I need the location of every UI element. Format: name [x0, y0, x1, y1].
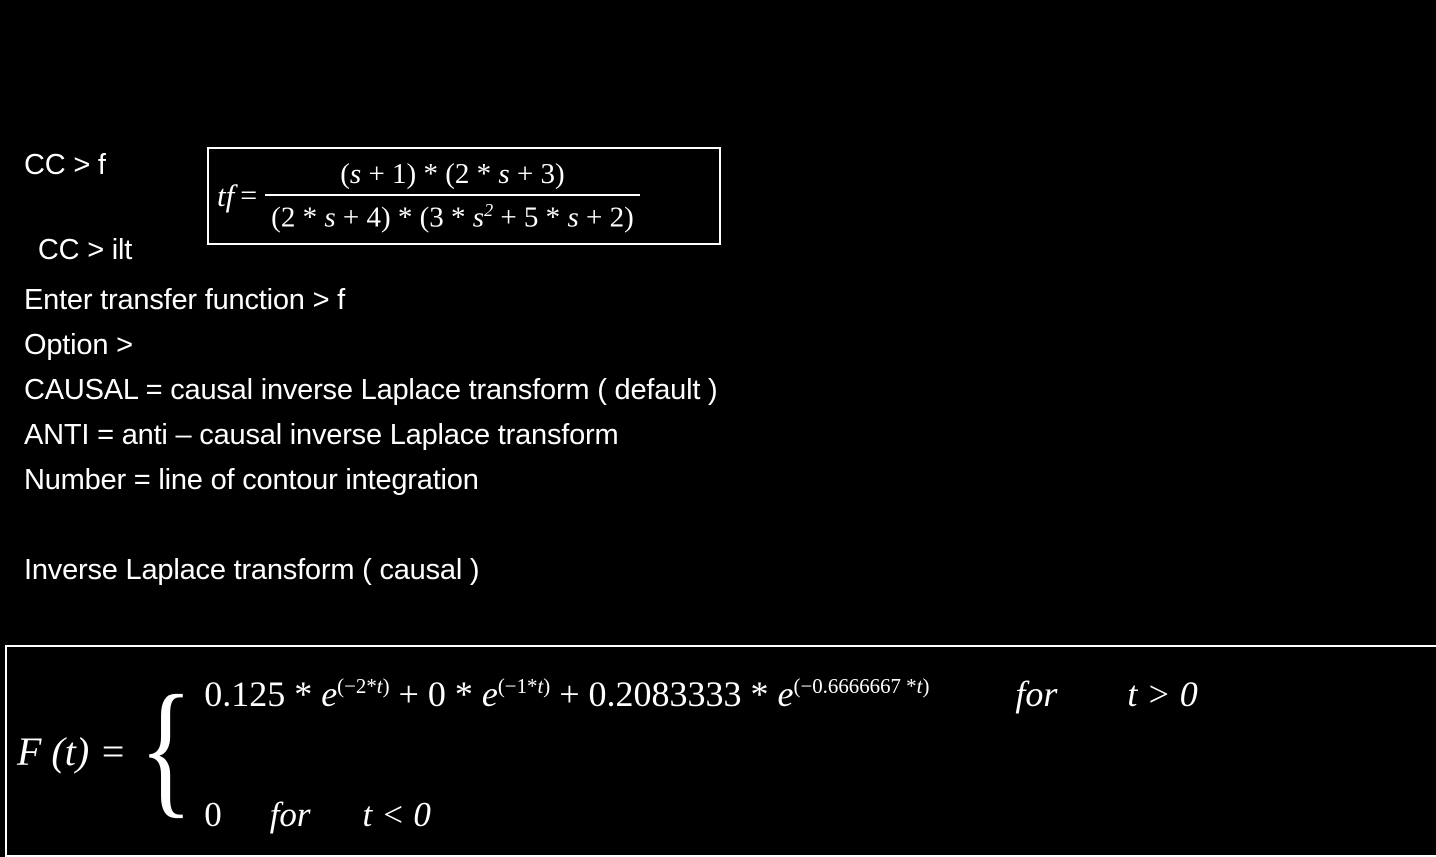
tf-den-p1: (2 * — [271, 201, 325, 234]
case-1-condition: t > 0 — [1127, 674, 1198, 714]
term-3-coefficient: 0.2083333 — [588, 674, 742, 714]
case-1-for-keyword: for — [1015, 674, 1058, 714]
inverse-laplace-result-box: F (t) = { 0.125 * e(−2*t) + 0 * e(−1*t) … — [5, 645, 1436, 857]
tf-num-mid: + 1) * (2 * — [361, 157, 499, 190]
transfer-function-box: tf = (s + 1) * (2 * s + 3) (2 * s + 4) *… — [207, 147, 721, 245]
piecewise-case-negative: 0 for t < 0 — [204, 795, 1198, 835]
console-line-number-option: Number = line of contour integration — [24, 464, 479, 496]
tf-fraction: (s + 1) * (2 * s + 3) (2 * s + 4) * (3 *… — [265, 158, 640, 235]
console-prompt-cc-ilt: CC > ilt — [30, 234, 133, 266]
term-3-exponential-base: e — [777, 674, 794, 714]
terminal-screen: CC > f tf = (s + 1) * (2 * s + 3) (2 * s… — [0, 0, 1436, 857]
tf-den-var-3: s — [567, 201, 579, 234]
term-2-exponential-base: e — [481, 674, 498, 714]
term-2-exp-open: ( — [497, 674, 505, 698]
term-3-exp-value: −0.6666667 * — [800, 674, 917, 698]
tf-numerator: (s + 1) * (2 * s + 3) — [330, 158, 574, 194]
case-2-for-keyword: for — [269, 795, 311, 834]
console-line-enter-transfer-function: Enter transfer function > f — [24, 284, 346, 316]
console-line-option: Option > — [24, 329, 133, 361]
term-2-coefficient: 0 — [427, 674, 446, 714]
plus-sign-2: + — [550, 674, 589, 714]
tf-den-exponent: 2 — [484, 199, 494, 220]
case-2-value: 0 — [204, 795, 222, 834]
piecewise-cases: 0.125 * e(−2*t) + 0 * e(−1*t) + 0.208333… — [204, 667, 1198, 835]
tf-den-var-2: s — [472, 201, 485, 234]
tf-num-var-2: s — [498, 157, 510, 190]
tf-num-var-1: s — [349, 157, 362, 190]
console-line-inverse-laplace-header: Inverse Laplace transform ( causal ) — [24, 554, 480, 586]
console-line-anti-option: ANTI = anti – causal inverse Laplace tra… — [24, 419, 619, 451]
tf-denominator: (2 * s + 4) * (3 * s2 + 5 * s + 2) — [265, 196, 640, 235]
term-1-multiply: * — [285, 674, 322, 714]
plus-sign-1: + — [389, 674, 428, 714]
term-1-exp-close: ) — [382, 674, 390, 698]
term-2-exponent: (−1*t) — [498, 674, 550, 698]
tf-num-open: ( — [340, 157, 350, 190]
transfer-function-equation: tf = (s + 1) * (2 * s + 3) (2 * s + 4) *… — [217, 149, 713, 243]
tf-num-end: + 3) — [509, 157, 565, 190]
case-1-expression: 0.125 * e(−2*t) + 0 * e(−1*t) + 0.208333… — [204, 673, 929, 715]
term-1-exponent: (−2*t) — [337, 674, 389, 698]
function-label-ft: F (t) = — [17, 728, 127, 774]
term-1-exponential-base: e — [321, 674, 338, 714]
piecewise-case-positive: 0.125 * e(−2*t) + 0 * e(−1*t) + 0.208333… — [204, 673, 1198, 715]
tf-equals-sign: = — [240, 179, 258, 212]
term-3-exp-close: ) — [922, 674, 930, 698]
tf-den-p2: + 4) * (3 * — [335, 201, 473, 234]
term-3-exponent: (−0.6666667 *t) — [794, 674, 930, 698]
tf-den-p4: + 2) — [578, 201, 634, 234]
term-2-exp-value: −1* — [504, 674, 538, 698]
tf-den-p3: + 5 * — [493, 201, 568, 234]
term-1-coefficient: 0.125 — [204, 674, 286, 714]
tf-lhs-label: tf — [217, 178, 235, 213]
curly-brace-icon: { — [139, 664, 194, 831]
term-2-multiply: * — [445, 674, 482, 714]
term-1-exp-value: −2* — [344, 674, 377, 698]
console-prompt-cc-f: CC > f — [24, 149, 106, 181]
piecewise-equation: F (t) = { 0.125 * e(−2*t) + 0 * e(−1*t) … — [17, 647, 1436, 855]
term-3-multiply: * — [741, 674, 778, 714]
case-2-condition: t < 0 — [362, 795, 431, 834]
tf-den-var-1: s — [324, 201, 336, 234]
console-line-causal-option: CAUSAL = causal inverse Laplace transfor… — [24, 374, 718, 406]
